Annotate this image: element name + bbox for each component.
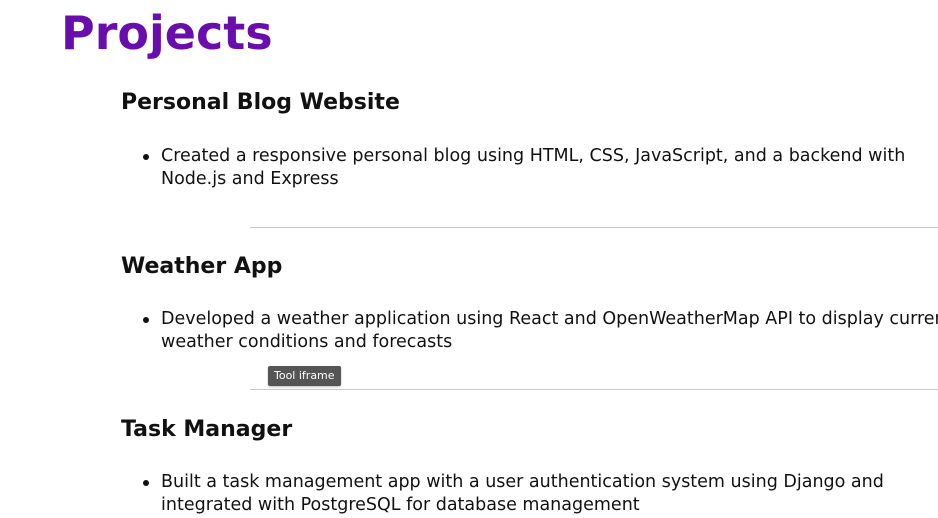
project-bullet: Created a responsive personal blog using… [142, 145, 938, 191]
page-title: Projects [61, 6, 273, 60]
project-title: Task Manager [121, 417, 293, 442]
section-divider [250, 389, 938, 390]
bullet-line: Created a responsive personal blog using… [161, 146, 906, 166]
bullet-line: weather conditions and forecasts [161, 332, 453, 352]
bullet-line: integrated with PostgreSQL for database … [161, 495, 640, 515]
project-bullet-list: Created a responsive personal blog using… [142, 145, 938, 191]
project-weather-app: Weather App Developed a weather applicat… [121, 252, 938, 352]
project-title: Personal Blog Website [121, 90, 400, 115]
project-bullet-list: Built a task management app with a user … [142, 471, 938, 517]
project-task-manager: Task Manager Built a task management app… [121, 415, 938, 515]
projects-page: Projects Personal Blog Website Created a… [0, 0, 938, 518]
project-title: Weather App [121, 254, 283, 279]
project-bullet: Built a task management app with a user … [142, 471, 938, 517]
project-bullet-list: Developed a weather application using Re… [142, 308, 938, 354]
iframe-tooltip: Tool iframe [268, 366, 341, 386]
project-personal-blog: Personal Blog Website Created a responsi… [121, 88, 938, 189]
bullet-line: Node.js and Express [161, 169, 339, 189]
bullet-line: Built a task management app with a user … [161, 472, 884, 492]
section-divider [250, 227, 938, 228]
project-bullet: Developed a weather application using Re… [142, 308, 938, 354]
bullet-line: Developed a weather application using Re… [161, 309, 938, 329]
